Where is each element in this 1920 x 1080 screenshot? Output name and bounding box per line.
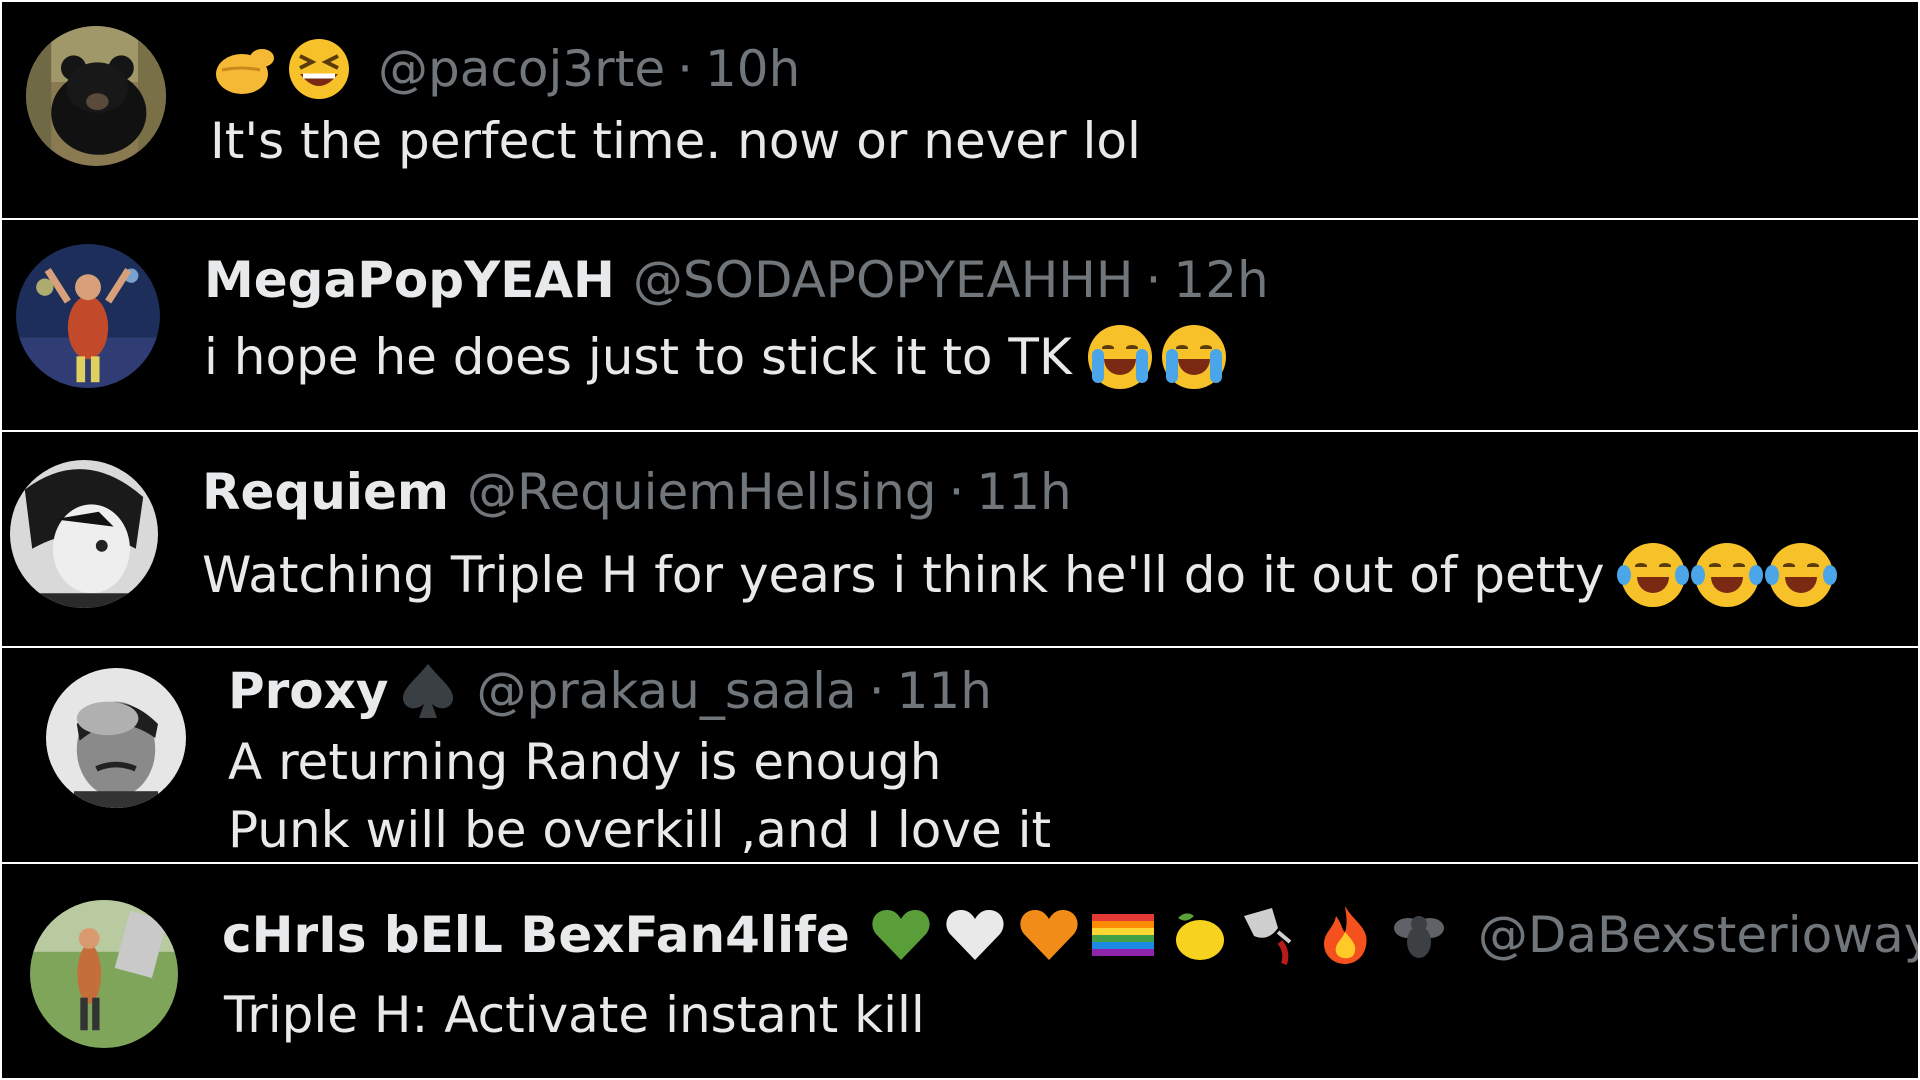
post-timestamp[interactable]: 11h — [897, 661, 992, 721]
avatar[interactable] — [10, 460, 158, 608]
post-text: Triple H: Activate instant kill — [224, 982, 925, 1048]
user-handle[interactable]: @SODAPOPYEAHHH — [633, 250, 1134, 310]
name-emojis — [868, 902, 1460, 968]
tears-of-joy-face-emoji — [1690, 543, 1763, 607]
post-text: A returning Randy is enough Punk will be… — [228, 728, 1051, 862]
fly-emoji — [1386, 902, 1452, 968]
avatar[interactable] — [46, 668, 186, 808]
post-header: cHrIs bElL BexFan4life @DaBexsterioway — [222, 902, 1918, 968]
avatar[interactable] — [16, 244, 160, 388]
green-heart-emoji — [868, 902, 934, 968]
user-handle[interactable]: @RequiemHellsing — [467, 462, 937, 522]
reply-feed: @pacoj3rte · 10h It's the perfect time. … — [0, 0, 1920, 1080]
separator-dot: · — [677, 40, 693, 98]
post-text-line: It's the perfect time. now or never lol — [210, 112, 1141, 170]
post-text-line: Punk will be overkill ,and I love it — [228, 801, 1052, 859]
post-text-line: i hope he does just to stick it to TK — [204, 328, 1072, 386]
post-card[interactable]: Requiem @RequiemHellsing · 11h Watching … — [2, 432, 1918, 646]
avatar-performer-image — [16, 244, 160, 388]
display-name[interactable]: Proxy — [228, 661, 389, 721]
post-timestamp[interactable]: 12h — [1173, 250, 1268, 310]
post-card[interactable]: @pacoj3rte · 10h It's the perfect time. … — [2, 2, 1918, 218]
post-card[interactable]: MegaPopYEAH @SODAPOPYEAHHH · 12h i hope … — [2, 220, 1918, 430]
white-heart-emoji — [942, 902, 1008, 968]
post-text-line: A returning Randy is enough — [228, 733, 942, 791]
separator-dot: · — [1145, 251, 1162, 309]
avatar-man-image — [46, 668, 186, 808]
user-handle[interactable]: @prakau_saala — [477, 661, 857, 721]
spilled-wine-glass-emoji — [1238, 902, 1304, 968]
avatar[interactable] — [26, 26, 166, 166]
post-header: Requiem @RequiemHellsing · 11h — [202, 462, 1072, 522]
post-timestamp[interactable]: 11h — [976, 462, 1071, 522]
tears-of-joy-face-emoji — [1616, 543, 1689, 607]
grinning-squinting-face-emoji — [286, 36, 352, 102]
avatar-anime-image — [10, 460, 158, 608]
avatar-bear-image — [26, 26, 166, 166]
post-card[interactable]: Proxy @prakau_saala · 11h A returning Ra… — [2, 648, 1918, 862]
rainbow-flag-emoji — [1090, 902, 1156, 968]
fire-emoji — [1312, 902, 1378, 968]
separator-dot: · — [948, 463, 965, 521]
post-header: @pacoj3rte · 10h — [212, 36, 800, 102]
lemon-emoji — [1164, 902, 1230, 968]
post-text: It's the perfect time. now or never lol — [210, 108, 1141, 174]
loudly-crying-face-emoji — [1161, 325, 1226, 389]
avatar-outdoor-image — [30, 900, 178, 1048]
name-emojis — [212, 36, 360, 102]
display-name[interactable]: cHrIs bElL BexFan4life — [222, 905, 850, 965]
post-text-line: Watching Triple H for years i think he'l… — [202, 546, 1605, 604]
user-handle[interactable]: @DaBexsterioway — [1478, 905, 1918, 965]
loudly-crying-face-emoji — [1087, 325, 1152, 389]
user-handle[interactable]: @pacoj3rte — [378, 39, 665, 99]
post-timestamp[interactable]: 10h — [705, 39, 800, 99]
post-text-line: Triple H: Activate instant kill — [224, 986, 925, 1044]
tears-of-joy-face-emoji — [1764, 543, 1837, 607]
spade-suit-emoji — [395, 658, 461, 724]
pointing-finger-emoji — [212, 36, 278, 102]
avatar[interactable] — [30, 900, 178, 1048]
post-text: i hope he does just to stick it to TK — [204, 324, 1226, 390]
post-text: Watching Triple H for years i think he'l… — [202, 542, 1837, 608]
post-card[interactable]: cHrIs bElL BexFan4life @DaBexsterioway T… — [2, 864, 1918, 1078]
separator-dot: · — [868, 662, 885, 720]
display-name[interactable]: MegaPopYEAH — [204, 250, 615, 310]
orange-heart-emoji — [1016, 902, 1082, 968]
post-header: Proxy @prakau_saala · 11h — [228, 658, 992, 724]
display-name[interactable]: Requiem — [202, 462, 449, 522]
post-header: MegaPopYEAH @SODAPOPYEAHHH · 12h — [204, 250, 1269, 310]
